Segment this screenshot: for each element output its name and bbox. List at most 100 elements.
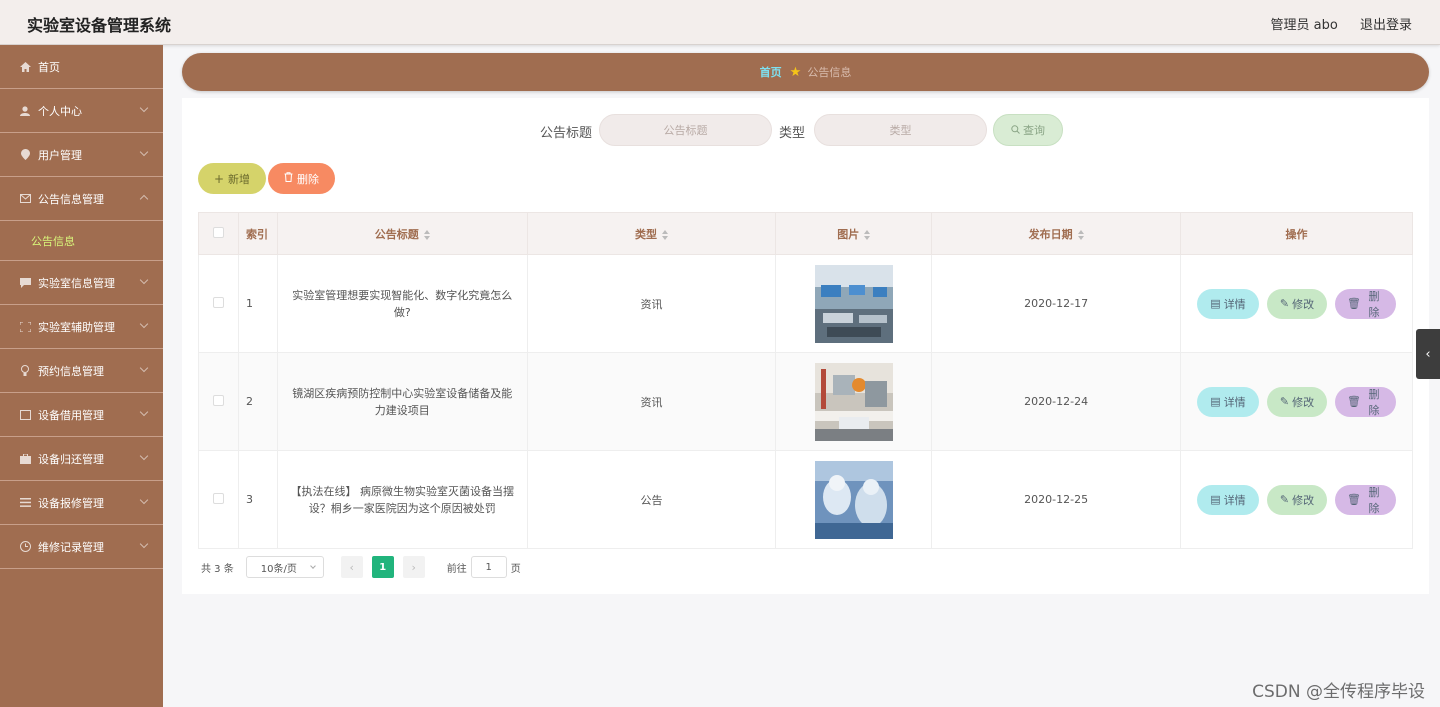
query-button[interactable]: 查询 <box>993 114 1063 146</box>
row-image-cell <box>775 352 933 451</box>
row-date: 2020-12-25 <box>931 450 1181 549</box>
delete-button-label: 删除 <box>1368 289 1380 319</box>
sidebar-item-borrow[interactable]: 设备借用管理 <box>0 393 163 437</box>
sort-icon[interactable] <box>662 229 668 240</box>
table-row: 3 【执法在线】 病原微生物实验室灭菌设备当摆设？桐乡一家医院因为这个原因被处罚… <box>198 450 1414 549</box>
sidebar-item-label: 实验室信息管理 <box>38 276 115 290</box>
type-search-placeholder: 类型 <box>889 124 912 137</box>
row-checkbox[interactable] <box>212 394 224 406</box>
sidebar-item-label: 预约信息管理 <box>38 364 104 378</box>
query-button-label: 查询 <box>1023 124 1045 137</box>
sidebar-item-reservation[interactable]: 预约信息管理 <box>0 349 163 393</box>
sidebar-item-label: 设备归还管理 <box>38 452 104 466</box>
sort-icon[interactable] <box>1077 229 1084 240</box>
row-select-cell[interactable] <box>198 352 239 451</box>
sidebar-item-home[interactable]: 首页 <box>0 45 163 89</box>
col-type[interactable]: 类型 <box>526 212 777 255</box>
chevron-left-icon: ‹ <box>1425 346 1431 362</box>
detail-button[interactable]: ▤ 详情 <box>1196 288 1259 319</box>
home-icon <box>18 61 32 72</box>
title-search-placeholder: 公告标题 <box>663 124 708 137</box>
sort-icon[interactable] <box>423 229 430 240</box>
chevron-left-icon: ‹ <box>349 560 354 574</box>
edit-button-label: 修改 <box>1292 297 1315 311</box>
type-search-input[interactable]: 类型 <box>814 114 987 146</box>
trash-icon: 🗑 <box>1346 297 1361 310</box>
main-panel: 公告标题 公告标题 类型 类型 查询 + 新增 删除 索引 公告标题 类型 图片… <box>182 98 1429 594</box>
row-checkbox[interactable] <box>212 296 224 308</box>
lab-photo-thumbnail[interactable] <box>814 460 893 539</box>
row-actions: ▤ 详情 ✎ 修改 🗑 删除 <box>1179 352 1414 451</box>
sidebar-item-users[interactable]: 用户管理 <box>0 133 163 177</box>
breadcrumb-home[interactable]: 首页 <box>760 64 782 80</box>
delete-button[interactable]: 🗑 删除 <box>1334 386 1396 417</box>
pencil-icon: ✎ <box>1279 493 1290 506</box>
edit-button[interactable]: ✎ 修改 <box>1266 288 1327 319</box>
sidebar-item-lab-aux[interactable]: 实验室辅助管理 <box>0 305 163 349</box>
col-title[interactable]: 公告标题 <box>276 212 528 255</box>
sidebar-item-profile[interactable]: 个人中心 <box>0 89 163 133</box>
delete-button-label: 删除 <box>1368 387 1380 417</box>
row-title: 【执法在线】 病原微生物实验室灭菌设备当摆设？桐乡一家医院因为这个原因被处罚 <box>276 450 528 549</box>
col-date[interactable]: 发布日期 <box>931 212 1181 255</box>
row-type: 资讯 <box>526 352 777 451</box>
bulk-delete-button[interactable]: 删除 <box>268 163 335 194</box>
row-image-cell <box>775 254 933 353</box>
logout-link[interactable]: 退出登录 <box>1360 18 1412 33</box>
row-index: 2 <box>237 352 278 451</box>
mail-icon <box>18 194 32 203</box>
sidebar-item-label: 首页 <box>38 60 60 74</box>
chat-icon <box>18 277 32 288</box>
user-area: 管理员 abo 退出登录 <box>1253 14 1412 33</box>
add-button[interactable]: + 新增 <box>198 163 266 194</box>
prev-page-button[interactable]: ‹ <box>340 556 363 578</box>
pagination: 共 3 条 10条/页 ‹ 1 › 前往 1 页 <box>201 556 521 578</box>
sidebar-item-maintenance[interactable]: 维修记录管理 <box>0 525 163 569</box>
page-size-select[interactable]: 10条/页 <box>245 556 324 578</box>
delete-button[interactable]: 🗑 删除 <box>1334 288 1396 319</box>
row-select-cell[interactable] <box>198 450 239 549</box>
list-icon <box>18 498 32 507</box>
delete-button[interactable]: 🗑 删除 <box>1334 484 1396 515</box>
goto-page-input[interactable]: 1 <box>470 556 507 578</box>
goto-suffix: 页 <box>510 563 521 575</box>
detail-button[interactable]: ▤ 详情 <box>1196 386 1259 417</box>
sidebar-item-label: 设备报修管理 <box>38 496 104 510</box>
sort-icon[interactable] <box>864 229 871 240</box>
edit-button[interactable]: ✎ 修改 <box>1266 484 1327 515</box>
row-date: 2020-12-17 <box>931 254 1181 353</box>
row-select-cell[interactable] <box>198 254 239 353</box>
row-type: 资讯 <box>526 254 777 353</box>
next-page-button[interactable]: › <box>402 556 425 578</box>
search-bar: 公告标题 公告标题 类型 类型 查询 <box>182 114 1429 146</box>
plus-icon: + <box>213 171 225 186</box>
pencil-icon: ✎ <box>1279 395 1290 408</box>
select-all-checkbox[interactable] <box>212 226 224 238</box>
sidebar-item-repair[interactable]: 设备报修管理 <box>0 481 163 525</box>
row-checkbox[interactable] <box>212 492 224 504</box>
edit-button[interactable]: ✎ 修改 <box>1266 386 1327 417</box>
type-search-label: 类型 <box>779 126 806 141</box>
box-icon <box>18 409 32 420</box>
total-count: 共 3 条 <box>201 563 234 575</box>
sidebar-subitem-notice-info[interactable]: 公告信息 <box>0 221 163 261</box>
page-number-current[interactable]: 1 <box>371 556 394 578</box>
bulb-icon <box>18 365 32 376</box>
lab-photo-thumbnail[interactable] <box>814 362 893 441</box>
table-row: 1 实验室管理想要实现智能化、数字化究竟怎么做? 资讯 2020-12-17 ▤… <box>198 254 1414 353</box>
lab-photo-thumbnail[interactable] <box>814 264 893 343</box>
col-image[interactable]: 图片 <box>775 212 933 255</box>
title-search-input[interactable]: 公告标题 <box>599 114 772 146</box>
col-type-label: 类型 <box>635 227 657 241</box>
chevron-down-icon <box>139 363 149 373</box>
row-image-cell <box>775 450 933 549</box>
detail-button[interactable]: ▤ 详情 <box>1196 484 1259 515</box>
sidebar-item-lab-info[interactable]: 实验室信息管理 <box>0 261 163 305</box>
side-panel-toggle[interactable]: ‹ <box>1416 329 1440 379</box>
sidebar-item-return[interactable]: 设备归还管理 <box>0 437 163 481</box>
detail-button-label: 详情 <box>1223 493 1246 507</box>
select-all-cell[interactable] <box>198 212 239 255</box>
chevron-down-icon <box>139 103 149 113</box>
sidebar-item-notice[interactable]: 公告信息管理 <box>0 177 163 221</box>
chevron-down-icon <box>139 147 149 157</box>
